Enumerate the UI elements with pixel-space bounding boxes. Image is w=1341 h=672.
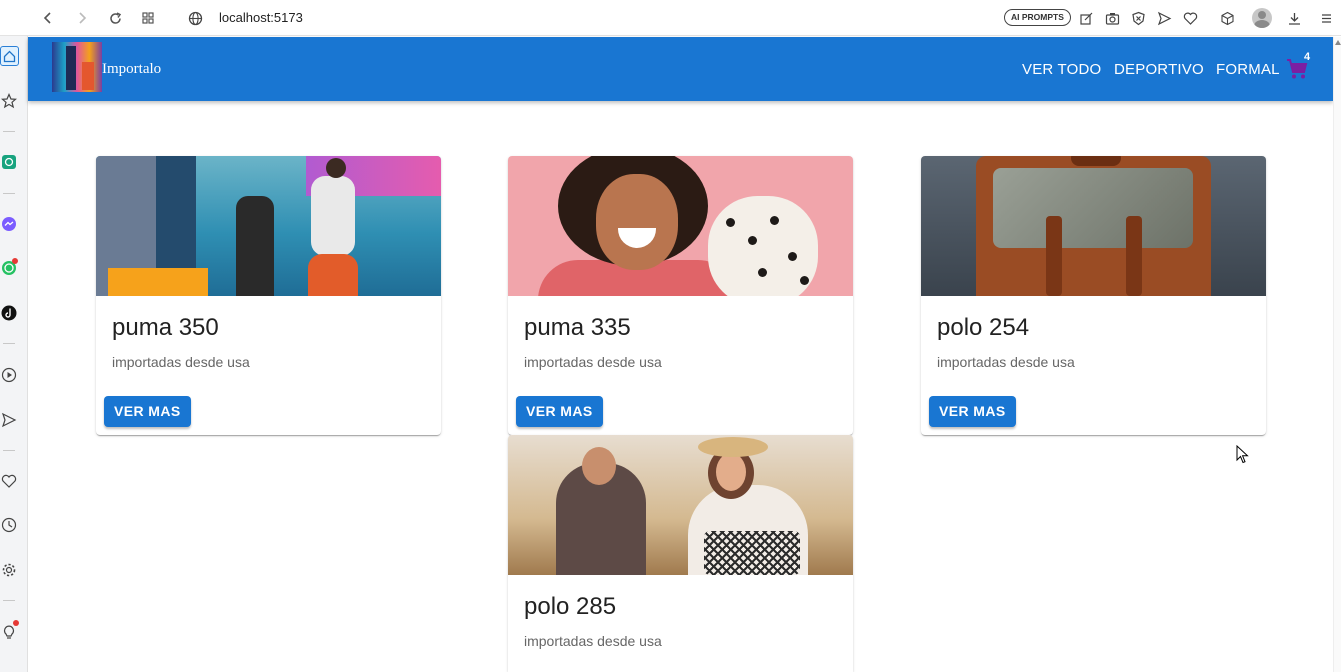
app-header: Importalo VER TODO DEPORTIVO FORMAL 4 xyxy=(28,37,1333,101)
scrollbar[interactable] xyxy=(1333,37,1341,672)
star-icon[interactable] xyxy=(0,92,18,110)
notification-dot xyxy=(12,258,18,264)
shield-x-icon[interactable] xyxy=(1128,8,1148,28)
scroll-up-arrow-icon[interactable] xyxy=(1335,40,1341,45)
product-description: importadas desde usa xyxy=(937,354,1075,370)
edit-share-icon[interactable] xyxy=(1076,8,1096,28)
profile-avatar[interactable] xyxy=(1252,8,1272,28)
clock-icon[interactable] xyxy=(0,516,18,534)
messenger-icon[interactable] xyxy=(0,215,18,233)
heart-icon[interactable] xyxy=(0,472,18,490)
chatgpt-icon[interactable] xyxy=(0,153,18,171)
address-bar-url[interactable]: localhost:5173 xyxy=(219,10,303,25)
product-card: puma 350 importadas desde usa VER MAS xyxy=(96,156,441,435)
product-card: puma 335 importadas desde usa VER MAS xyxy=(508,156,853,435)
brand-logo[interactable] xyxy=(52,42,102,92)
play-icon[interactable] xyxy=(0,366,18,384)
heart-icon[interactable] xyxy=(1180,8,1200,28)
notification-dot xyxy=(13,620,19,626)
sidebar-divider xyxy=(3,450,15,451)
product-card: polo 285 importadas desde usa xyxy=(508,435,853,672)
cart-count-badge: 4 xyxy=(1304,51,1311,63)
product-image xyxy=(508,435,853,575)
product-title: puma 335 xyxy=(524,314,631,341)
sidebar-divider xyxy=(3,343,15,344)
nav-ver-todo[interactable]: VER TODO xyxy=(1022,61,1101,78)
mouse-cursor-icon xyxy=(1236,444,1250,465)
send-icon[interactable] xyxy=(1154,8,1174,28)
ver-mas-button[interactable]: VER MAS xyxy=(516,396,603,427)
browser-sidebar xyxy=(0,36,28,672)
browser-toolbar: localhost:5173 AI PROMPTS xyxy=(0,0,1341,36)
nav-formal[interactable]: FORMAL xyxy=(1216,61,1280,78)
cube-icon[interactable] xyxy=(1217,8,1237,28)
reload-icon[interactable] xyxy=(105,8,125,28)
home-icon[interactable] xyxy=(0,46,19,66)
ver-mas-button[interactable]: VER MAS xyxy=(104,396,191,427)
back-icon[interactable] xyxy=(38,8,58,28)
menu-icon[interactable] xyxy=(1316,8,1336,28)
product-description: importadas desde usa xyxy=(524,354,662,370)
tiktok-icon[interactable] xyxy=(0,304,18,322)
brand-name[interactable]: Importalo xyxy=(102,61,161,78)
nav-deportivo[interactable]: DEPORTIVO xyxy=(1114,61,1204,78)
tabs-grid-icon[interactable] xyxy=(138,8,158,28)
product-image xyxy=(508,156,853,296)
forward-icon[interactable] xyxy=(72,8,92,28)
ai-prompts-button[interactable]: AI PROMPTS xyxy=(1004,9,1071,26)
ver-mas-button[interactable]: VER MAS xyxy=(929,396,1016,427)
sidebar-divider xyxy=(3,600,15,601)
product-title: puma 350 xyxy=(112,314,219,341)
product-title: polo 285 xyxy=(524,593,617,620)
product-description: importadas desde usa xyxy=(112,354,250,370)
product-card: polo 254 importadas desde usa VER MAS xyxy=(921,156,1266,435)
sidebar-divider xyxy=(3,193,15,194)
product-image xyxy=(921,156,1266,296)
download-icon[interactable] xyxy=(1284,8,1304,28)
product-description: importadas desde usa xyxy=(524,633,662,649)
gear-icon[interactable] xyxy=(0,561,18,579)
camera-icon[interactable] xyxy=(1102,8,1122,28)
product-title: polo 254 xyxy=(937,314,1030,341)
product-image xyxy=(96,156,441,296)
send-icon[interactable] xyxy=(0,411,18,429)
globe-icon xyxy=(185,8,205,28)
sidebar-divider xyxy=(3,131,15,132)
